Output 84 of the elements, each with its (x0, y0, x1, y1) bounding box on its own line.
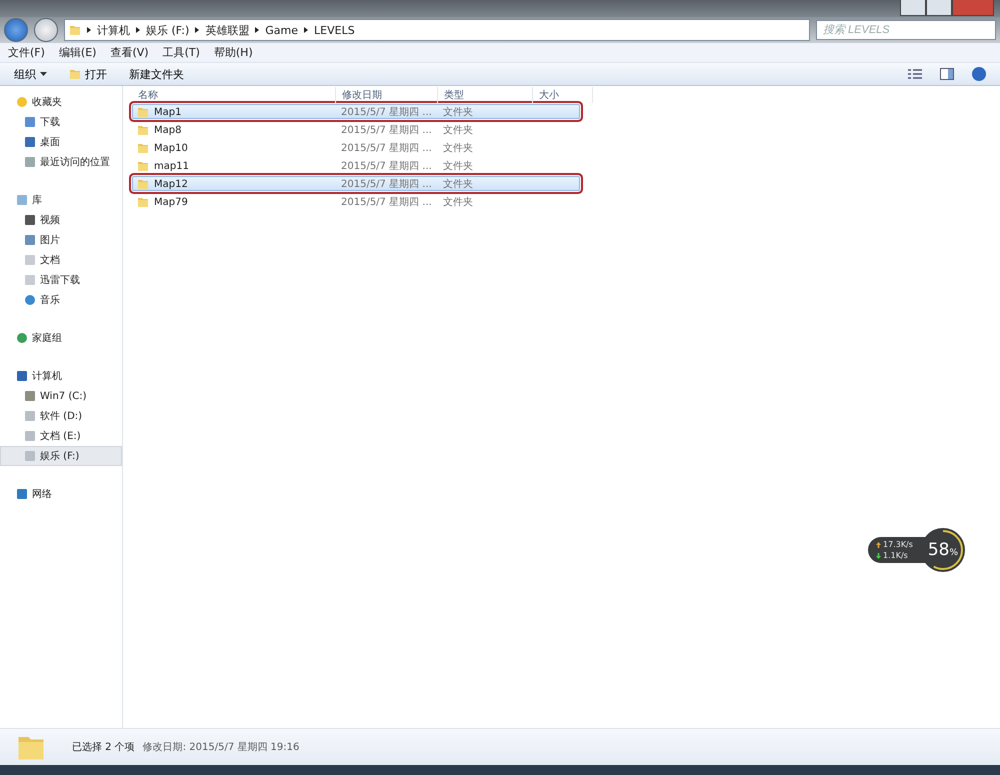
search-field[interactable]: 搜索 LEVELS (816, 20, 996, 40)
folder-icon (137, 106, 149, 118)
sidebar-item[interactable]: 视频 (0, 210, 122, 230)
table-cell-text: 2015/5/7 星期四 ... (340, 160, 433, 173)
table-cell-text: 2015/5/7 星期四 ... (340, 178, 433, 191)
chevron-icon[interactable] (195, 27, 200, 33)
file-row[interactable]: Map12 2015/5/7 星期四 ... 文件夹 (132, 176, 580, 191)
file-row[interactable]: map11 2015/5/7 星期四 ... 文件夹 (132, 158, 580, 173)
sidebar-item[interactable]: 音乐 (0, 290, 122, 310)
sidebar-item[interactable]: 最近访问的位置 (0, 152, 122, 172)
modified-date: 修改日期: 2015/5/7 星期四 19:16 (142, 740, 300, 754)
maximize-button[interactable] (926, 0, 952, 16)
forward-button[interactable] (34, 18, 58, 42)
address-bar[interactable]: 计算机 娱乐 (F:) 英雄联盟 Game LEVELS (64, 19, 810, 41)
file-row[interactable]: Map8 2015/5/7 星期四 ... 文件夹 (132, 122, 580, 137)
sidebar-item[interactable]: 文档 (0, 250, 122, 270)
sidebar-item[interactable]: 下载 (0, 112, 122, 132)
file-name: Map10 (154, 142, 188, 154)
file-name: Map12 (154, 178, 188, 190)
down-arrow-icon (876, 552, 881, 558)
sidebar-item[interactable]: 收藏夹 (0, 92, 122, 112)
breadcrumb-item[interactable]: Game (265, 24, 298, 36)
sidebar-item[interactable]: 软件 (D:) (0, 406, 122, 426)
download-rate: 1.1K/s (876, 551, 913, 560)
chevron-icon[interactable] (255, 27, 260, 33)
sidebar-item[interactable]: 家庭组 (0, 328, 122, 348)
sidebar-item[interactable]: Win7 (C:) (0, 386, 122, 406)
table-cell-text: 文件夹 (442, 124, 474, 137)
back-button[interactable] (4, 18, 28, 42)
pane-icon[interactable] (940, 68, 954, 80)
folder-icon (137, 160, 149, 172)
table-cell-text: 文件夹 (442, 142, 474, 155)
toolbar-button[interactable]: 新建文件夹 (129, 66, 184, 82)
usage-percent: 58% (928, 540, 958, 560)
chevron-icon[interactable] (304, 27, 308, 33)
menu-item[interactable]: 文件(F) (8, 45, 45, 60)
table-cell-text: 文件夹 (442, 160, 474, 173)
folder-icon (69, 24, 81, 36)
upload-rate: 17.3K/s (876, 540, 913, 549)
file-row[interactable]: Map79 2015/5/7 星期四 ... 文件夹 (132, 194, 580, 209)
chevron-icon[interactable] (136, 27, 140, 33)
folder-icon (137, 142, 149, 154)
folder-icon (69, 68, 81, 80)
file-row[interactable]: Map1 2015/5/7 星期四 ... 文件夹 (132, 104, 580, 119)
table-cell-text: 文件夹 (442, 178, 474, 191)
breadcrumb-item[interactable]: 计算机 (97, 22, 130, 38)
table-cell-text: 2015/5/7 星期四 ... (340, 142, 433, 155)
menu-item[interactable]: 帮助(H) (214, 45, 253, 60)
caret-icon (40, 72, 47, 76)
table-cell-text: 文件夹 (442, 106, 474, 119)
file-name: Map1 (154, 106, 182, 118)
folder-icon (137, 178, 149, 190)
file-row[interactable]: Map10 2015/5/7 星期四 ... 文件夹 (132, 140, 580, 155)
breadcrumb-item[interactable]: 娱乐 (F:) (146, 22, 190, 38)
minimize-button[interactable] (900, 0, 926, 16)
file-name: map11 (154, 160, 189, 172)
breadcrumb-item[interactable]: LEVELS (314, 24, 355, 36)
table-cell-text: 2015/5/7 星期四 ... (340, 106, 433, 119)
sidebar-item[interactable]: 文档 (E:) (0, 426, 122, 446)
toolbar-button[interactable]: 组织 (14, 66, 47, 82)
sidebar-item[interactable]: 库 (0, 190, 122, 210)
sidebar-item[interactable]: 计算机 (0, 366, 122, 386)
breadcrumb-item[interactable]: 英雄联盟 (205, 22, 250, 38)
table-cell-text: 2015/5/7 星期四 ... (340, 196, 433, 209)
sidebar-item[interactable]: 桌面 (0, 132, 122, 152)
view-icon[interactable] (908, 69, 922, 79)
table-cell-text: 2015/5/7 星期四 ... (340, 124, 433, 137)
table-cell-text: 文件夹 (442, 196, 474, 209)
menu-item[interactable]: 查看(V) (110, 45, 149, 60)
file-name: Map79 (154, 196, 188, 208)
menu-item[interactable]: 编辑(E) (58, 45, 96, 60)
file-name: Map8 (154, 124, 182, 136)
folder-icon (137, 196, 149, 208)
up-arrow-icon (876, 542, 881, 548)
folder-icon (137, 124, 149, 136)
sidebar-item[interactable]: 娱乐 (F:) (0, 446, 122, 466)
sidebar-item[interactable]: 网络 (0, 484, 122, 504)
chevron-icon[interactable] (87, 27, 91, 33)
sidebar-item[interactable]: 迅雷下载 (0, 270, 122, 290)
menu-item[interactable]: 工具(T) (162, 45, 200, 60)
sidebar-item[interactable]: 图片 (0, 230, 122, 250)
homegroup-icon (16, 332, 28, 344)
selection-count: 已选择 2 个项 (72, 740, 135, 754)
toolbar-button[interactable]: 打开 (69, 66, 107, 82)
